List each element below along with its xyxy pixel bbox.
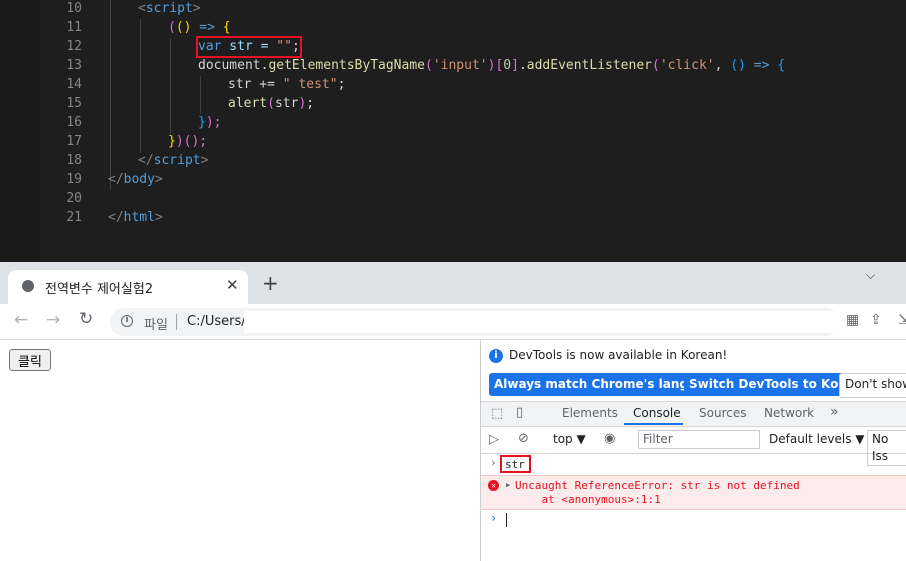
code-text: </body> <box>108 172 163 187</box>
filter-input[interactable]: Filter <box>638 430 760 449</box>
expand-triangle-icon[interactable]: ▶ <box>506 481 510 489</box>
browser-tabstrip: 전역변수 제어실험2 ✕ + ⌵ <box>0 262 906 304</box>
devtools-panel: i DevTools is now available in Korean! A… <box>480 340 906 561</box>
line-number: 21 <box>66 210 82 225</box>
browser-toolbar: ← → ↻ i 파일 C:/Users/ ▦ ⇪ ⇲ <box>0 304 906 340</box>
code-text: alert(str); <box>228 96 315 111</box>
line-number: 18 <box>66 153 82 168</box>
code-line: 17 })(); <box>0 132 906 151</box>
inspect-element-icon[interactable]: ⬚ <box>491 406 503 421</box>
pin-icon[interactable]: ⇲ <box>898 312 906 328</box>
line-number: 10 <box>66 1 82 16</box>
address-url: C:/Users/ <box>187 314 246 329</box>
new-tab-button[interactable]: + <box>262 273 279 293</box>
reload-button[interactable]: ↻ <box>79 309 93 329</box>
globe-icon <box>22 280 34 292</box>
dont-show-button[interactable]: Don't show <box>839 373 906 398</box>
tab-network[interactable]: Network <box>764 406 814 420</box>
line-number: 17 <box>66 134 82 149</box>
code-line: 18 </script> <box>0 151 906 170</box>
error-icon: ✕ <box>488 480 499 491</box>
address-redaction <box>244 311 840 333</box>
forward-button[interactable]: → <box>46 310 60 330</box>
highlight-console-input <box>500 455 531 473</box>
device-toolbar-icon[interactable]: ▯ <box>516 405 523 420</box>
code-text: </html> <box>108 210 163 225</box>
code-line: 19 </body> <box>0 170 906 189</box>
text-cursor <box>506 513 507 527</box>
more-tabs-icon[interactable]: » <box>830 404 839 420</box>
line-number: 14 <box>66 77 82 92</box>
highlight-var-declaration <box>196 36 302 58</box>
line-number: 12 <box>66 39 82 54</box>
error-text: Uncaught ReferenceError: str is not defi… <box>515 479 800 492</box>
code-line: 13 document.getElementsByTagName('input')… <box>0 56 906 75</box>
code-text: })(); <box>168 134 208 149</box>
code-text: }); <box>198 115 222 130</box>
code-line: 14 str += " test"; <box>0 75 906 94</box>
tab-search-chevron-icon[interactable]: ⌵ <box>866 268 875 283</box>
code-editor: 10 <script> 11 (() => { 12 var str = ""; 13 doc… <box>0 0 906 262</box>
back-button[interactable]: ← <box>14 310 28 330</box>
clear-console-icon[interactable]: ⊘ <box>518 431 529 446</box>
console-toolbar: ▷ ⊘ top ▼ ◉ Filter Default levels ▼ No I… <box>481 427 906 466</box>
line-number: 15 <box>66 96 82 111</box>
browser-tab[interactable]: 전역변수 제어실험2 ✕ <box>8 270 248 304</box>
context-selector[interactable]: top ▼ <box>553 432 586 446</box>
console-input-line: › str <box>481 454 906 475</box>
line-number: 20 <box>66 191 82 206</box>
console-prompt[interactable]: › <box>481 510 906 532</box>
address-scheme: 파일 <box>144 318 168 333</box>
apps-grid-icon[interactable]: ▦ <box>846 312 859 328</box>
code-line: 15 alert(str); <box>0 94 906 113</box>
click-button[interactable]: 클릭 <box>9 349 51 371</box>
log-levels-dropdown[interactable]: Default levels ▼ <box>769 432 865 446</box>
info-icon[interactable]: i <box>121 315 133 327</box>
line-number: 16 <box>66 115 82 130</box>
tab-console[interactable]: Console <box>633 406 681 420</box>
tab-title: 전역변수 제어실험2 <box>45 282 154 297</box>
share-icon[interactable]: ⇪ <box>870 312 882 328</box>
page-viewport: 클릭 <box>0 340 480 561</box>
code-line: 16}); <box>0 113 906 132</box>
code-line: 12 var str = ""; <box>0 37 906 56</box>
tab-sources[interactable]: Sources <box>699 406 746 420</box>
input-chevron-icon: › <box>490 456 497 469</box>
address-bar[interactable]: i 파일 C:/Users/ <box>110 308 840 336</box>
code-text: str += " test"; <box>228 77 346 92</box>
close-icon[interactable]: ✕ <box>226 276 239 294</box>
eye-icon[interactable]: ◉ <box>604 431 615 446</box>
code-line: 21 </html> <box>0 208 906 227</box>
code-line: 10 <script> <box>0 0 906 18</box>
line-number: 11 <box>66 20 82 35</box>
active-tab-indicator <box>624 423 683 425</box>
sidebar-toggle-icon[interactable]: ▷ <box>489 432 499 447</box>
devtools-tabbar: ⬚ ▯ Elements Console Sources Network » <box>481 402 906 427</box>
address-separator <box>176 314 177 330</box>
code-text: <script> <box>138 1 201 16</box>
code-line: 11 (() => { <box>0 18 906 37</box>
code-text: (() => { <box>168 20 231 35</box>
console-error-message[interactable]: ✕ ▶ Uncaught ReferenceError: str is not … <box>481 475 906 510</box>
line-number: 13 <box>66 58 82 73</box>
language-banner: i DevTools is now available in Korean! A… <box>481 340 906 402</box>
banner-text: DevTools is now available in Korean! <box>509 348 728 362</box>
prompt-chevron-icon: › <box>490 511 498 525</box>
line-number: 19 <box>66 172 82 187</box>
code-line: 20 <box>0 189 906 208</box>
code-text: </script> <box>138 153 209 168</box>
code-text: document.getElementsByTagName('input')[0… <box>198 58 786 73</box>
error-location[interactable]: at <anonymous>:1:1 <box>515 493 660 506</box>
tab-elements[interactable]: Elements <box>562 406 618 420</box>
info-icon: i <box>489 349 503 363</box>
